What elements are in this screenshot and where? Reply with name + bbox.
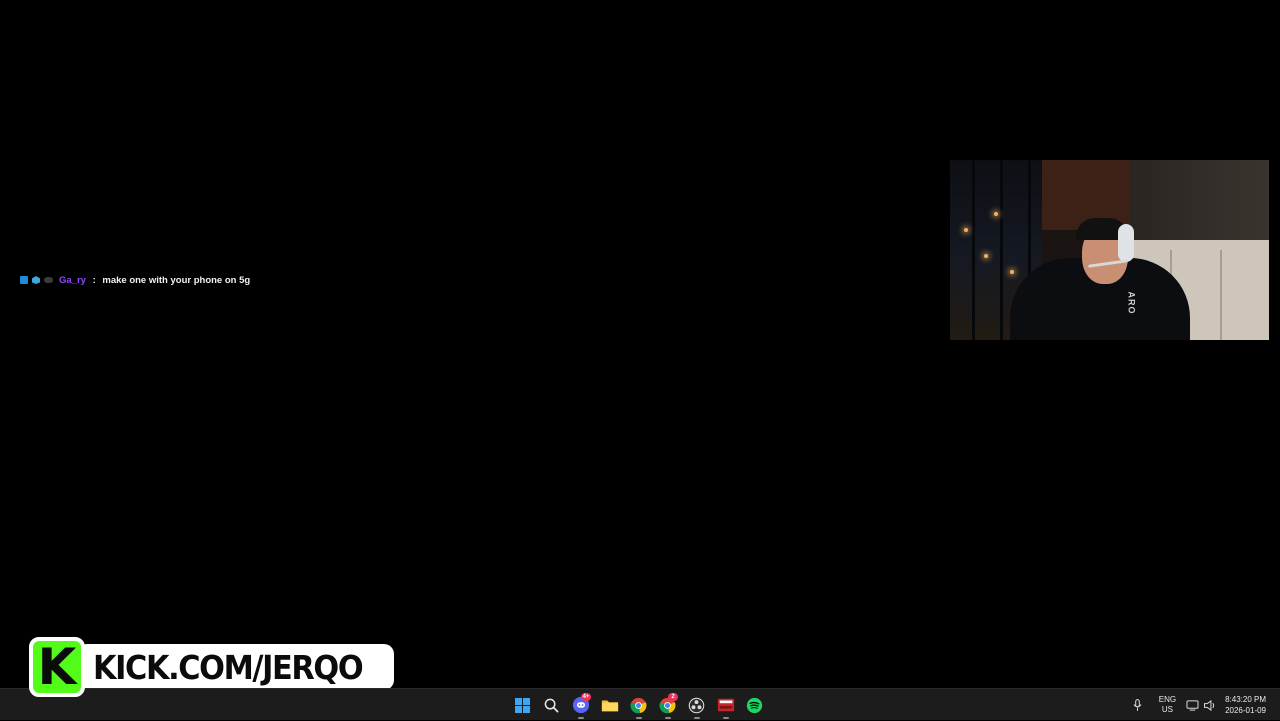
chrome-profile-button[interactable]: 2	[653, 690, 682, 721]
clock-date: 2026-01-09	[1225, 706, 1266, 715]
gem-badge-icon	[32, 276, 40, 284]
webcam-feed: ARO	[950, 160, 1269, 340]
chat-message: Ga_ry : make one with your phone on 5g	[20, 272, 250, 288]
system-tray: ENG US 8:43:20 PM 2026-01-09	[1131, 689, 1280, 721]
start-button[interactable]	[508, 690, 537, 721]
taskbar-apps: 4+ 2	[508, 689, 769, 721]
chat-separator: :	[89, 274, 99, 286]
discord-button[interactable]: 4+	[566, 690, 595, 721]
chrome-notification-badge: 2	[668, 692, 678, 701]
obs-button[interactable]	[682, 690, 711, 721]
language-code: ENG	[1158, 695, 1177, 704]
spotify-icon	[746, 697, 763, 713]
search-button[interactable]	[537, 690, 566, 721]
file-explorer-button[interactable]	[595, 690, 624, 721]
microphone-tray-button[interactable]	[1131, 698, 1145, 712]
kick-url-plate: KICK.COM/JERQO	[77, 644, 394, 690]
chat-text: make one with your phone on 5g	[102, 274, 251, 286]
chrome-icon	[630, 697, 647, 713]
keyboard-layout: US	[1161, 705, 1173, 714]
obs-icon	[688, 697, 705, 713]
chat-username: Ga_ry	[59, 274, 86, 286]
taskbar: 4+ 2 ENG US 8:43:20 PM 2026-01-09	[0, 688, 1280, 720]
toggle-badge-icon	[44, 277, 53, 283]
kick-channel-url: KICK.COM/JERQO	[93, 647, 364, 687]
voicemeeter-button[interactable]	[711, 690, 740, 721]
voicemeeter-icon	[717, 698, 734, 712]
chrome-button[interactable]	[624, 690, 653, 721]
kick-logo-icon: K	[29, 637, 85, 697]
windows-icon	[515, 697, 530, 713]
language-indicator[interactable]: ENG US	[1159, 695, 1176, 715]
folder-icon	[601, 700, 618, 712]
clock[interactable]: 8:43:20 PM 2026-01-09	[1225, 694, 1266, 716]
network-icon	[1186, 699, 1199, 711]
headset-icon	[1118, 224, 1134, 262]
spotify-button[interactable]	[740, 690, 769, 721]
clock-time: 8:43:20 PM	[1225, 695, 1266, 704]
discord-notification-badge: 4+	[581, 692, 591, 701]
shirt-logo: ARO	[1126, 291, 1137, 315]
volume-icon	[1204, 699, 1215, 711]
quick-settings-button[interactable]	[1186, 699, 1217, 711]
microphone-icon	[1133, 698, 1142, 711]
search-icon	[544, 698, 559, 712]
subscriber-badge-icon	[20, 276, 28, 284]
streamer: ARO	[1010, 218, 1190, 340]
